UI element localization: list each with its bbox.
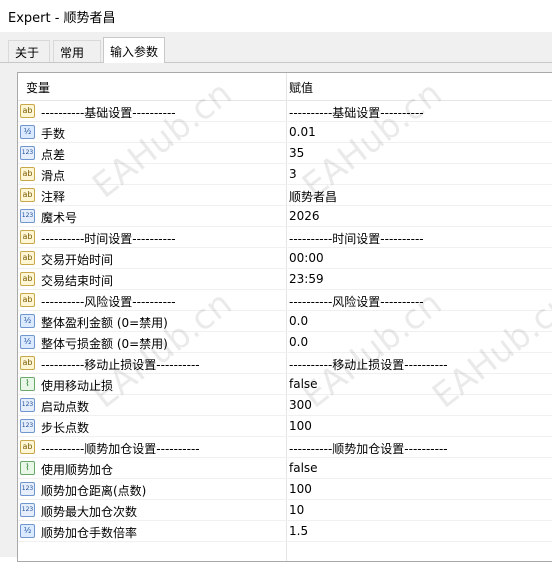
table-row[interactable]: ½ 顺势加仓手数倍率 1.5: [18, 521, 552, 542]
table-row[interactable]: ab ----------时间设置---------- ----------时间设置…: [18, 227, 552, 248]
variable-value[interactable]: 100: [289, 419, 312, 433]
variable-value[interactable]: 100: [289, 482, 312, 496]
variable-name: 步长点数: [41, 421, 90, 435]
table-row[interactable]: ab 滑点 3: [18, 164, 552, 185]
string-icon: ab: [20, 356, 35, 370]
table-row[interactable]: ⌇ 使用顺势加仓 false: [18, 458, 552, 479]
variable-value[interactable]: ----------时间设置----------: [289, 230, 424, 247]
table-row[interactable]: ab 交易开始时间 00:00: [18, 248, 552, 269]
integer-icon: 123: [20, 419, 35, 433]
integer-icon: 123: [20, 503, 35, 517]
variable-name: ----------风险设置----------: [41, 295, 176, 309]
variable-value[interactable]: ----------顺势加仓设置----------: [289, 440, 448, 457]
string-icon: ab: [20, 188, 35, 202]
double-icon: ½: [20, 125, 35, 139]
variable-name: ----------顺势加仓设置----------: [41, 442, 200, 456]
variable-name: ----------移动止损设置----------: [41, 358, 200, 372]
variable-name: 顺势加仓距离(点数): [41, 484, 147, 498]
double-icon: ½: [20, 524, 35, 538]
integer-icon: 123: [20, 482, 35, 496]
string-icon: ab: [20, 230, 35, 244]
variable-name: 使用顺势加仓: [41, 463, 114, 477]
variable-value[interactable]: 0.0: [289, 335, 308, 349]
variable-value[interactable]: 35: [289, 146, 304, 160]
variable-value[interactable]: 3: [289, 167, 297, 181]
grid-header: 变量 赋值: [18, 73, 552, 101]
variable-value[interactable]: ----------移动止损设置----------: [289, 356, 448, 373]
variable-name: 使用移动止损: [41, 379, 114, 393]
bool-icon: ⌇: [20, 461, 35, 475]
bool-icon: ⌇: [20, 377, 35, 391]
variable-value[interactable]: 1.5: [289, 524, 308, 538]
table-row[interactable]: 123 顺势加仓距离(点数) 100: [18, 479, 552, 500]
table-row[interactable]: ab ----------风险设置---------- ----------风险设置…: [18, 290, 552, 311]
variable-name: 顺势加仓手数倍率: [41, 526, 138, 540]
variable-name: 注释: [41, 190, 66, 204]
string-icon: ab: [20, 293, 35, 307]
string-icon: ab: [20, 272, 35, 286]
string-icon: ab: [20, 167, 35, 181]
table-row[interactable]: ½ 整体盈利金额 (0=禁用) 0.0: [18, 311, 552, 332]
variable-value[interactable]: false: [289, 377, 318, 391]
variable-value[interactable]: 0.01: [289, 125, 316, 139]
variable-value[interactable]: 2026: [289, 209, 320, 223]
variable-value[interactable]: ----------风险设置----------: [289, 293, 424, 310]
tab-label: 输入参数: [110, 45, 159, 59]
variable-name: 顺势最大加仓次数: [41, 505, 138, 519]
variable-value[interactable]: 00:00: [289, 251, 324, 265]
variable-name: 交易开始时间: [41, 253, 114, 267]
tab-inputs[interactable]: 输入参数: [103, 37, 165, 63]
table-row[interactable]: 123 魔术号 2026: [18, 206, 552, 227]
double-icon: ½: [20, 335, 35, 349]
integer-icon: 123: [20, 209, 35, 223]
variable-value[interactable]: 10: [289, 503, 304, 517]
tab-about[interactable]: 关于: [8, 40, 50, 62]
variable-name: 魔术号: [41, 211, 78, 225]
variable-value[interactable]: ----------基础设置----------: [289, 104, 424, 121]
variable-name: 交易结束时间: [41, 274, 114, 288]
header-value[interactable]: 赋值: [289, 79, 313, 96]
table-row[interactable]: ab ----------基础设置---------- ----------基础设置…: [18, 101, 552, 122]
header-variable[interactable]: 变量: [26, 79, 50, 96]
variable-value[interactable]: false: [289, 461, 318, 475]
table-row[interactable]: 123 启动点数 300: [18, 395, 552, 416]
tab-label: 常用: [60, 46, 85, 60]
table-row[interactable]: ab 注释 顺势者昌: [18, 185, 552, 206]
variable-value[interactable]: 23:59: [289, 272, 324, 286]
table-row[interactable]: ½ 整体亏损金额 (0=禁用) 0.0: [18, 332, 552, 353]
double-icon: ½: [20, 314, 35, 328]
integer-icon: 123: [20, 398, 35, 412]
string-icon: ab: [20, 251, 35, 265]
tab-label: 关于: [15, 46, 40, 60]
tab-common[interactable]: 常用: [53, 40, 101, 62]
variable-name: 滑点: [41, 169, 66, 183]
integer-icon: 123: [20, 146, 35, 160]
table-row[interactable]: 123 顺势最大加仓次数 10: [18, 500, 552, 521]
string-icon: ab: [20, 104, 35, 118]
variable-name: 点差: [41, 148, 66, 162]
table-row[interactable]: ab ----------移动止损设置---------- ----------移动…: [18, 353, 552, 374]
table-row[interactable]: 123 步长点数 100: [18, 416, 552, 437]
variable-name: 启动点数: [41, 400, 90, 414]
table-row[interactable]: 123 点差 35: [18, 143, 552, 164]
string-icon: ab: [20, 440, 35, 454]
variable-name: 整体盈利金额 (0=禁用): [41, 316, 168, 330]
variable-name: 整体亏损金额 (0=禁用): [41, 337, 168, 351]
variable-name: 手数: [41, 127, 66, 141]
table-row[interactable]: ½ 手数 0.01: [18, 122, 552, 143]
table-row[interactable]: ⌇ 使用移动止损 false: [18, 374, 552, 395]
window-title: Expert - 顺势者昌: [8, 11, 116, 26]
variable-name: ----------基础设置----------: [41, 106, 176, 120]
table-row[interactable]: ab 交易结束时间 23:59: [18, 269, 552, 290]
variable-value[interactable]: 0.0: [289, 314, 308, 328]
variable-value[interactable]: 300: [289, 398, 312, 412]
table-row[interactable]: ab ----------顺势加仓设置---------- ----------顺势…: [18, 437, 552, 458]
title-bar: Expert - 顺势者昌: [0, 0, 552, 32]
variable-name: ----------时间设置----------: [41, 232, 176, 246]
inputs-grid[interactable]: 变量 赋值 ab ----------基础设置---------- --------…: [17, 72, 552, 562]
variable-value[interactable]: 顺势者昌: [289, 188, 337, 205]
